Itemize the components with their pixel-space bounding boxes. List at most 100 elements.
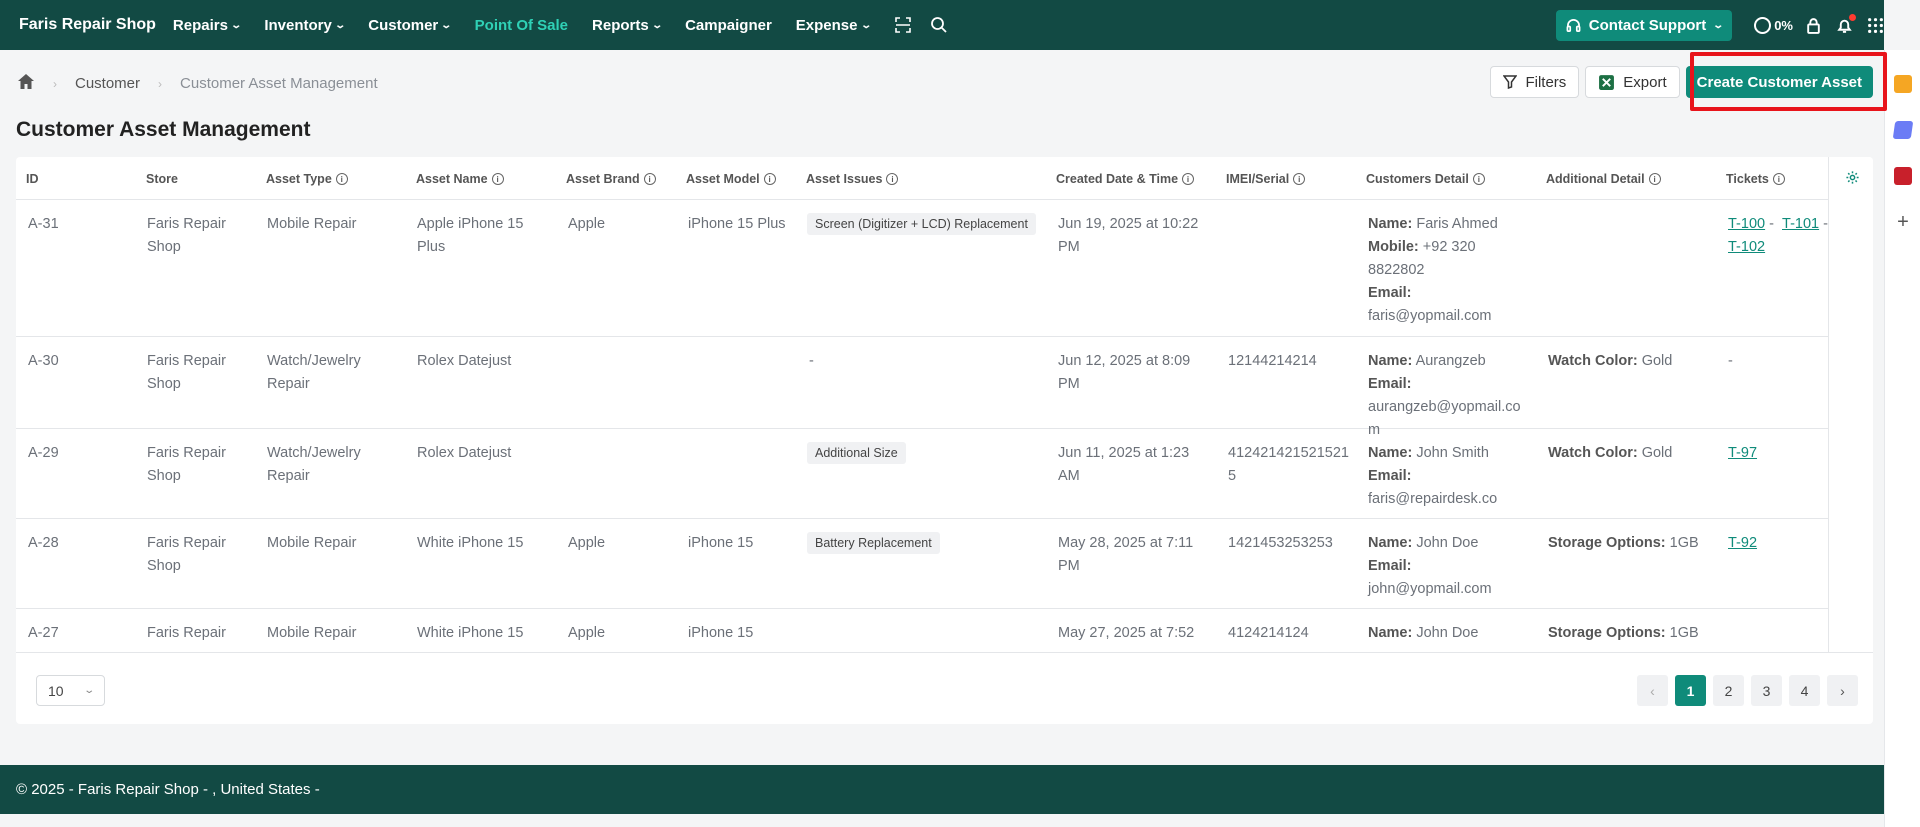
column-additional-detail[interactable]: Additional Detail i [1546, 172, 1661, 186]
cell-asset-type: Mobile Repair [267, 216, 357, 232]
cell-imei: 12144214214 [1228, 353, 1317, 369]
filters-button[interactable]: Filters [1490, 66, 1580, 98]
column-asset-issues[interactable]: Asset Issues i [806, 172, 899, 186]
table-row[interactable]: A-27 Faris Repair Mobile Repair White iP… [16, 609, 1828, 652]
breadcrumb-current: Customer Asset Management [180, 75, 378, 92]
cell-tickets: - [1728, 353, 1733, 369]
add-icon[interactable]: + [1894, 212, 1912, 232]
table-row[interactable]: A-28 Faris Repair Shop Mobile Repair Whit… [16, 519, 1828, 609]
setup-progress[interactable]: 0% [1754, 16, 1793, 34]
scan-icon[interactable] [894, 16, 912, 34]
column-asset-type[interactable]: Asset Type i [266, 172, 348, 186]
nav-expense[interactable]: Expense ⌄ [796, 17, 872, 34]
app-brand[interactable]: Faris Repair Shop [19, 16, 156, 34]
nav-reports[interactable]: Reports ⌄ [592, 17, 663, 34]
cell-id: A-28 [28, 535, 59, 551]
chevron-down-icon: ⌄ [651, 19, 663, 31]
page-button[interactable]: 1 [1675, 675, 1706, 706]
lock-icon[interactable] [1805, 17, 1822, 34]
cell-imei: 4124214124 [1228, 625, 1309, 641]
column-settings-column [1828, 157, 1873, 652]
home-icon[interactable] [17, 73, 35, 94]
column-asset-brand[interactable]: Asset Brand i [566, 172, 656, 186]
nav-repairs[interactable]: Repairs ⌄ [173, 17, 242, 34]
nav-customer[interactable]: Customer ⌄ [368, 17, 453, 34]
gear-icon[interactable] [1845, 170, 1860, 190]
export-button[interactable]: Export [1585, 66, 1680, 98]
page-button[interactable]: 3 [1751, 675, 1782, 706]
cell-store: Faris Repair Shop [147, 353, 226, 392]
info-icon[interactable]: i [886, 173, 899, 185]
apps-grid-icon[interactable] [1867, 17, 1884, 34]
breadcrumb-customer[interactable]: Customer [75, 75, 140, 92]
nav-campaigner[interactable]: Campaigner [685, 17, 772, 34]
wallet-icon[interactable] [1894, 167, 1912, 185]
cell-tickets: T-97 [1728, 442, 1757, 465]
ticket-link[interactable]: T-100 [1728, 216, 1765, 232]
cell-asset-issues: Screen (Digitizer + LCD) Replacement [807, 213, 1036, 236]
issue-chip: Screen (Digitizer + LCD) Replacement [807, 213, 1036, 235]
cell-asset-issues: - [809, 353, 814, 369]
cell-asset-model: iPhone 15 Plus [688, 216, 786, 232]
page-size-select[interactable]: 10 ⌄ [36, 675, 105, 706]
cell-created: May 27, 2025 at 7:52 [1058, 625, 1195, 641]
create-customer-asset-button[interactable]: Create Customer Asset [1685, 66, 1873, 98]
column-id[interactable]: ID [26, 172, 39, 186]
cell-asset-issues: Additional Size [807, 442, 906, 465]
nav-inventory[interactable]: Inventory ⌄ [264, 17, 346, 34]
chevron-down-icon: ⌄ [859, 19, 872, 31]
info-icon[interactable]: i [1772, 173, 1785, 185]
table-row[interactable]: A-29 Faris Repair Shop Watch/Jewelry Repai… [16, 429, 1828, 519]
column-asset-model[interactable]: Asset Model i [686, 172, 776, 186]
info-icon[interactable]: i [1293, 173, 1306, 185]
info-icon[interactable]: i [763, 173, 776, 185]
next-page-button[interactable]: › [1827, 675, 1858, 706]
right-rail: + [1884, 50, 1920, 827]
cell-asset-name: White iPhone 15 [417, 625, 524, 641]
contact-support-button[interactable]: Contact Support ⌄ [1556, 9, 1733, 41]
cell-created: Jun 19, 2025 at 10:22 PM [1058, 216, 1199, 255]
headset-icon [1566, 18, 1581, 32]
column-created[interactable]: Created Date & Time i [1056, 172, 1195, 186]
chevron-down-icon: ⌄ [440, 19, 453, 31]
cell-asset-name: Apple iPhone 15 Plus [417, 216, 524, 255]
column-store[interactable]: Store [146, 172, 178, 186]
search-icon[interactable] [930, 16, 948, 34]
info-icon[interactable]: i [1472, 173, 1485, 185]
cell-id: A-29 [28, 445, 59, 461]
footer: © 2025 - Faris Repair Shop - , United St… [0, 765, 1884, 814]
ticket-link[interactable]: T-92 [1728, 535, 1757, 551]
column-customers-detail[interactable]: Customers Detail i [1366, 172, 1485, 186]
info-icon[interactable]: i [335, 173, 348, 185]
info-icon[interactable]: i [491, 173, 504, 185]
topbar-right: Contact Support ⌄ 0% [1556, 0, 1884, 50]
ticket-link[interactable]: T-97 [1728, 445, 1757, 461]
cell-store: Faris Repair Shop [147, 216, 226, 255]
info-icon[interactable]: i [1182, 173, 1195, 185]
column-asset-name[interactable]: Asset Name i [416, 172, 504, 186]
progress-ring-icon [1754, 16, 1772, 34]
page-actions: Filters Export Create Customer Asset [1490, 66, 1873, 98]
info-icon[interactable]: i [1648, 173, 1661, 185]
page-button[interactable]: 2 [1713, 675, 1744, 706]
pagination: ‹ 1 2 3 4 › [1637, 675, 1858, 706]
nav-point-of-sale[interactable]: Point Of Sale [475, 17, 568, 34]
prev-page-button[interactable]: ‹ [1637, 675, 1668, 706]
table-row[interactable]: A-30 Faris Repair Shop Watch/Jewelry Repai… [16, 337, 1828, 438]
info-icon[interactable]: i [643, 173, 656, 185]
table-header: ID Store Asset Type i Asset Name i Asset B… [16, 157, 1873, 200]
cell-created: May 28, 2025 at 7:11 PM [1058, 535, 1194, 574]
chat-icon[interactable] [1892, 121, 1914, 139]
cell-customer-detail: Name: John Smith Email: faris@repairdesk… [1368, 445, 1498, 507]
cell-customer-detail: Name: John Doe [1368, 625, 1479, 641]
ticket-link[interactable]: T-101 [1782, 216, 1819, 232]
ticket-link[interactable]: T-102 [1728, 239, 1765, 255]
sticky-note-icon[interactable] [1894, 75, 1912, 93]
table-row[interactable]: A-31 Faris Repair Shop Mobile Repair Appl… [16, 200, 1828, 337]
bell-icon[interactable] [1836, 13, 1856, 34]
page-button[interactable]: 4 [1789, 675, 1820, 706]
column-imei[interactable]: IMEI/Serial i [1226, 172, 1306, 186]
column-tickets[interactable]: Tickets i [1726, 172, 1785, 186]
issue-chip: Battery Replacement [807, 532, 940, 554]
cell-imei: 1421453253253 [1228, 535, 1333, 551]
